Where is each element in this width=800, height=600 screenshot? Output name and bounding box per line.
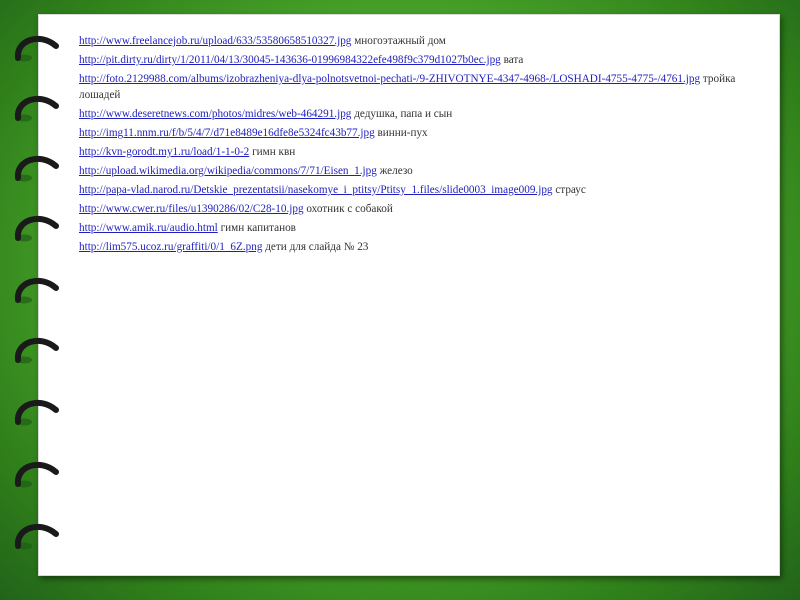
reference-link[interactable]: http://pit.dirty.ru/dirty/1/2011/04/13/3…	[79, 54, 501, 66]
reference-item: http://img11.nnm.ru/f/b/5/4/7/d71e8489e1…	[79, 125, 759, 141]
reference-item: http://kvn-gorodt.my1.ru/load/1-1-0-2 ги…	[79, 144, 759, 160]
reference-description: гимн квн	[252, 146, 296, 158]
reference-item: http://foto.2129988.com/albums/izobrazhe…	[79, 71, 759, 103]
reference-item: http://upload.wikimedia.org/wikipedia/co…	[79, 163, 759, 179]
reference-link[interactable]: http://img11.nnm.ru/f/b/5/4/7/d71e8489e1…	[79, 127, 375, 139]
reference-link[interactable]: http://foto.2129988.com/albums/izobrazhe…	[79, 73, 700, 85]
reference-item: http://www.cwer.ru/files/u1390286/02/C28…	[79, 201, 759, 217]
reference-description: страус	[555, 184, 586, 196]
reference-link[interactable]: http://www.cwer.ru/files/u1390286/02/C28…	[79, 203, 304, 215]
reference-link[interactable]: http://lim575.ucoz.ru/graffiti/0/1_6Z.pn…	[79, 241, 262, 253]
reference-description: охотник с собакой	[306, 203, 393, 215]
reference-item: http://papa-vlad.narod.ru/Detskie_prezen…	[79, 182, 759, 198]
reference-link[interactable]: http://www.amik.ru/audio.html	[79, 222, 218, 234]
reference-link[interactable]: http://www.freelancejob.ru/upload/633/53…	[79, 35, 351, 47]
reference-link[interactable]: http://kvn-gorodt.my1.ru/load/1-1-0-2	[79, 146, 249, 158]
reference-link[interactable]: http://papa-vlad.narod.ru/Detskie_prezen…	[79, 184, 553, 196]
reference-description: дети для слайда № 23	[265, 241, 369, 253]
reference-description: железо	[379, 165, 413, 177]
reference-item: http://lim575.ucoz.ru/graffiti/0/1_6Z.pn…	[79, 239, 759, 255]
reference-list: http://www.freelancejob.ru/upload/633/53…	[79, 33, 759, 258]
reference-description: многоэтажный дом	[354, 35, 446, 47]
reference-link[interactable]: http://www.deseretnews.com/photos/midres…	[79, 108, 351, 120]
reference-description: дедушка, папа и сын	[354, 108, 453, 120]
reference-item: http://www.amik.ru/audio.html гимн капит…	[79, 220, 759, 236]
reference-description: винни-пух	[377, 127, 428, 139]
reference-description: гимн капитанов	[220, 222, 296, 234]
reference-item: http://pit.dirty.ru/dirty/1/2011/04/13/3…	[79, 52, 759, 68]
reference-description: вата	[503, 54, 524, 66]
reference-item: http://www.deseretnews.com/photos/midres…	[79, 106, 759, 122]
reference-link[interactable]: http://upload.wikimedia.org/wikipedia/co…	[79, 165, 377, 177]
reference-item: http://www.freelancejob.ru/upload/633/53…	[79, 33, 759, 49]
